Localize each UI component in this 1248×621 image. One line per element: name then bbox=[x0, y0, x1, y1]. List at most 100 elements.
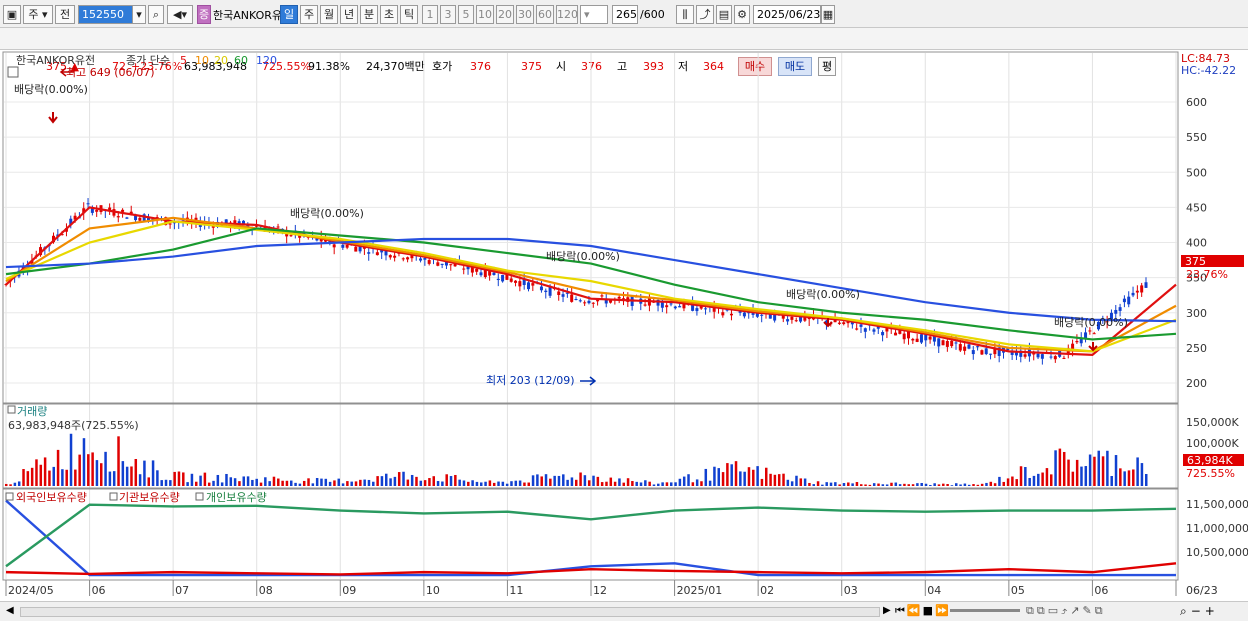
playback-controls-icon[interactable]: ⏮⏪■⏩ bbox=[895, 604, 951, 618]
volume-bar bbox=[916, 483, 919, 486]
scroll-bar[interactable]: ◀ ▶ ⏮⏪■⏩ ⧉⧉▭⤴↗✎⧉ ⌕−+ bbox=[0, 601, 1248, 621]
candle-body bbox=[958, 344, 962, 351]
legend-ma60: 60 bbox=[234, 54, 248, 67]
candle-body bbox=[578, 300, 582, 302]
candle-body bbox=[518, 281, 522, 287]
candle-body bbox=[574, 299, 578, 301]
volume-toggle-icon[interactable] bbox=[7, 405, 16, 414]
zoom-slider[interactable] bbox=[950, 609, 1020, 612]
volume-bar bbox=[782, 473, 785, 486]
draw-tools-icon[interactable]: ⧉⧉▭⤴↗✎⧉ bbox=[1026, 604, 1106, 618]
interval-120[interactable]: 120 bbox=[556, 5, 578, 24]
zoom-icons[interactable]: ⌕−+ bbox=[1180, 604, 1219, 619]
x-axis-label: 09 bbox=[342, 584, 356, 597]
candle-body bbox=[665, 305, 669, 308]
scroll-left-icon[interactable]: ◀ bbox=[6, 605, 14, 616]
tab-week[interactable]: 주 bbox=[300, 5, 318, 24]
scroll-track[interactable] bbox=[20, 607, 880, 617]
volume-bar bbox=[1075, 459, 1079, 486]
interval-10[interactable]: 10 bbox=[476, 5, 494, 24]
interval-60[interactable]: 60 bbox=[536, 5, 554, 24]
window-icon[interactable]: ▣ bbox=[3, 5, 21, 24]
candle-icon[interactable]: ⫼ bbox=[676, 5, 694, 24]
candle-body bbox=[557, 291, 561, 296]
holdings-toggle-icon[interactable] bbox=[195, 492, 204, 501]
volume-bar bbox=[691, 482, 695, 486]
x-axis-label: 12 bbox=[593, 584, 607, 597]
volume-bar bbox=[592, 475, 595, 486]
tab-month[interactable]: 월 bbox=[320, 5, 338, 24]
count-input[interactable]: 265 bbox=[612, 5, 638, 24]
volume-bar bbox=[1041, 472, 1044, 486]
volume-bar bbox=[769, 473, 772, 486]
draw-icon[interactable]: ⤴ bbox=[696, 5, 714, 24]
date-input[interactable]: 2025/06/23 bbox=[753, 5, 821, 24]
interval-3[interactable]: 3 bbox=[440, 5, 456, 24]
search-icon[interactable]: ⌕ bbox=[148, 5, 164, 24]
interval-1[interactable]: 1 bbox=[422, 5, 438, 24]
candle-body bbox=[742, 312, 746, 317]
volume-bar bbox=[311, 483, 315, 486]
legend-toggle-icon[interactable] bbox=[7, 66, 19, 78]
tab-minute[interactable]: 분 bbox=[360, 5, 378, 24]
prev-button[interactable]: 전 bbox=[55, 5, 75, 24]
volume-bar bbox=[993, 483, 997, 486]
volume-bar bbox=[100, 463, 103, 486]
candle-body bbox=[289, 235, 293, 237]
volume-bar bbox=[501, 481, 505, 486]
holdings-toggle-icon[interactable] bbox=[109, 492, 118, 501]
volume-bar bbox=[1054, 450, 1057, 486]
tab-second[interactable]: 초 bbox=[380, 5, 398, 24]
volume-current-pct: 725.55% bbox=[1186, 467, 1235, 480]
volume-bar bbox=[786, 479, 790, 486]
candle-body bbox=[384, 250, 388, 256]
price-tick-label: 500 bbox=[1186, 166, 1207, 179]
volume-bar bbox=[976, 484, 980, 486]
candle-body bbox=[794, 320, 798, 322]
candle-body bbox=[1049, 356, 1053, 358]
sound-icon[interactable]: ◀▾ bbox=[167, 5, 193, 24]
interval-5[interactable]: 5 bbox=[458, 5, 474, 24]
period-unit-select[interactable]: 주 ▾ bbox=[23, 5, 53, 24]
code-dropdown-icon[interactable]: ▾ bbox=[132, 5, 146, 24]
gear-icon[interactable]: ⚙ bbox=[734, 5, 750, 24]
candle-body bbox=[492, 272, 496, 275]
volume-bar bbox=[298, 483, 302, 486]
holdings-toggle-icon[interactable] bbox=[5, 492, 14, 501]
interval-30[interactable]: 30 bbox=[516, 5, 534, 24]
x-axis-label: 06/23 bbox=[1186, 584, 1218, 597]
save-icon[interactable]: ▤ bbox=[716, 5, 732, 24]
volume-bar bbox=[454, 474, 457, 486]
volume-bar bbox=[860, 484, 863, 486]
tab-tick[interactable]: 틱 bbox=[400, 5, 418, 24]
volume-bar bbox=[1037, 473, 1040, 486]
interval-20[interactable]: 20 bbox=[496, 5, 514, 24]
volume-bar bbox=[1011, 476, 1014, 486]
volume-bar bbox=[829, 482, 833, 486]
candle-body bbox=[919, 334, 923, 343]
tab-day[interactable]: 일 bbox=[280, 5, 298, 24]
volume-bar bbox=[985, 482, 988, 486]
volume-bar bbox=[423, 480, 427, 486]
volume-bar bbox=[527, 482, 530, 486]
candle-body bbox=[116, 216, 120, 218]
candle-body bbox=[527, 282, 530, 290]
volume-bar bbox=[285, 480, 289, 486]
volume-bar bbox=[238, 481, 241, 486]
annotation-dividend-5: 배당락(0.00%) bbox=[1054, 316, 1128, 329]
volume-bar bbox=[315, 478, 319, 486]
annotation-dividend-3: 배당락(0.00%) bbox=[546, 250, 620, 263]
volume-bar bbox=[138, 474, 142, 486]
candle-body bbox=[617, 296, 621, 299]
scroll-right-icon[interactable]: ▶ bbox=[883, 605, 891, 616]
tab-year[interactable]: 년 bbox=[340, 5, 358, 24]
volume-bar bbox=[203, 472, 207, 486]
volume-bar bbox=[380, 476, 384, 486]
holdings-tick-11500000: 11,500,000 bbox=[1186, 498, 1248, 511]
interval-custom[interactable]: ▾ bbox=[580, 5, 608, 24]
volume-bar bbox=[48, 470, 51, 486]
volume-bar bbox=[82, 438, 86, 486]
calendar-icon[interactable]: ▦ bbox=[821, 5, 835, 24]
volume-bar bbox=[613, 481, 617, 486]
volume-bar bbox=[765, 467, 768, 486]
